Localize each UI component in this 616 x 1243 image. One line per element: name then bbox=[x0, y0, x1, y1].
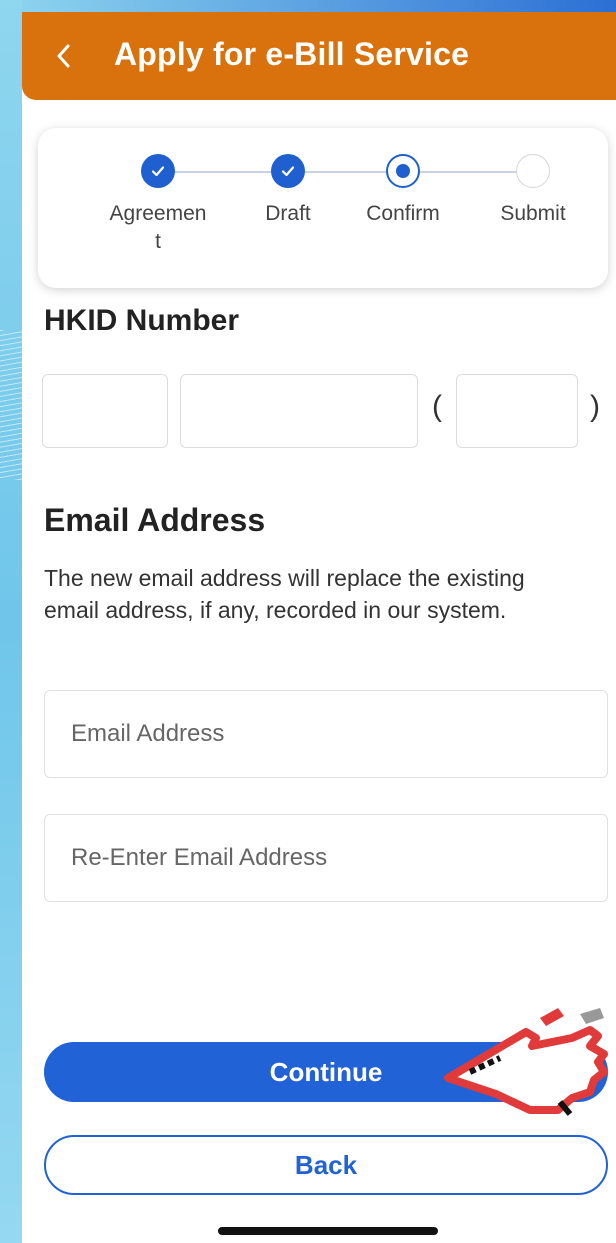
close-paren: ) bbox=[590, 390, 600, 423]
step-draft: Draft bbox=[228, 154, 348, 228]
background-frame-top bbox=[0, 0, 616, 12]
step-label: Draft bbox=[265, 202, 311, 225]
check-icon bbox=[271, 154, 305, 188]
email-field[interactable]: Email Address bbox=[44, 690, 608, 778]
email-section-heading: Email Address bbox=[44, 502, 266, 538]
step-label: Submit bbox=[500, 202, 566, 225]
open-paren: ( bbox=[432, 390, 442, 423]
pending-step-icon bbox=[516, 154, 550, 188]
app-header: Apply for e-Bill Service bbox=[22, 12, 616, 100]
page-title: Apply for e-Bill Service bbox=[114, 36, 470, 72]
progress-stepper: Agreement Draft Confirm Submit bbox=[38, 128, 608, 288]
pointing-hand-cursor-icon bbox=[444, 1008, 608, 1116]
step-agreement: Agreement bbox=[98, 154, 218, 256]
background-stripes bbox=[0, 330, 22, 480]
phone-screen: Apply for e-Bill Service Agreement Draft… bbox=[22, 12, 616, 1243]
hkid-digits-input[interactable] bbox=[180, 374, 418, 448]
back-button[interactable]: Back bbox=[44, 1135, 608, 1195]
email-description: The new email address will replace the e… bbox=[44, 565, 525, 623]
reenter-email-field[interactable]: Re-Enter Email Address bbox=[44, 814, 608, 902]
step-label: Agreement bbox=[109, 202, 207, 253]
hkid-label: HKID Number bbox=[44, 304, 240, 330]
step-label: Confirm bbox=[366, 202, 440, 225]
step-submit: Submit bbox=[473, 154, 593, 228]
hkid-prefix-input[interactable] bbox=[42, 374, 168, 448]
home-indicator bbox=[218, 1227, 438, 1235]
check-icon bbox=[141, 154, 175, 188]
hkid-check-digit-input[interactable] bbox=[456, 374, 578, 448]
step-confirm: Confirm bbox=[343, 154, 463, 228]
current-step-icon bbox=[386, 154, 420, 188]
chevron-left-icon[interactable] bbox=[54, 42, 76, 70]
background-frame-left bbox=[0, 0, 22, 1243]
